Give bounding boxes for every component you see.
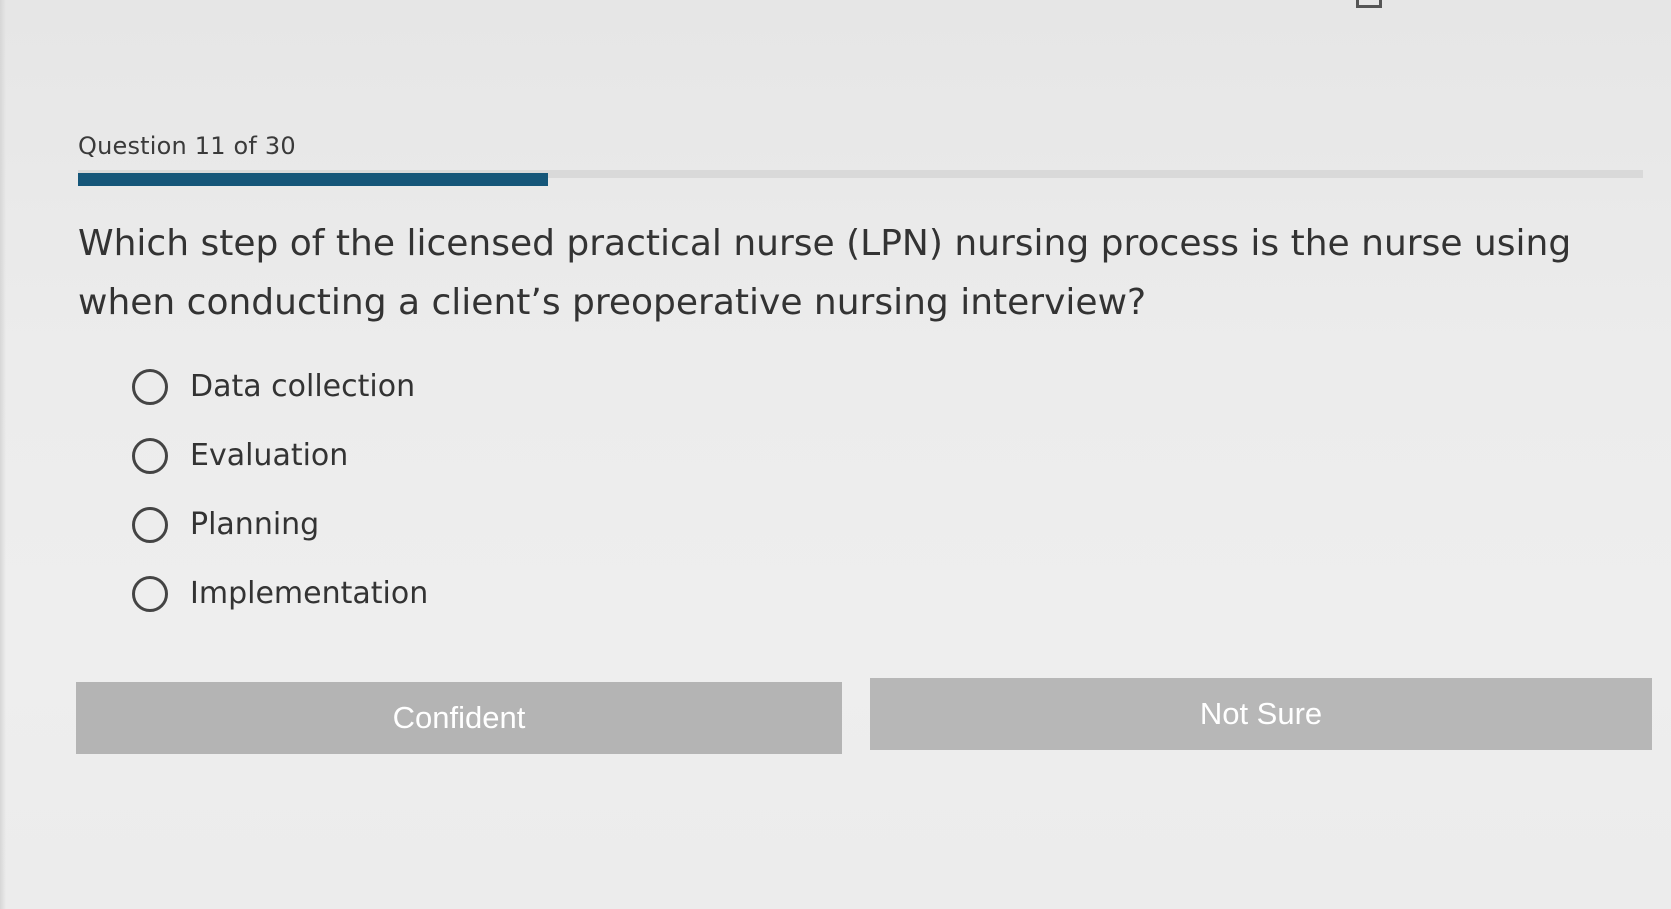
answer-option-evaluation[interactable]: Evaluation [132,421,428,490]
not-sure-button[interactable]: Not Sure [870,678,1652,750]
answer-option-label: Implementation [190,576,429,611]
radio-button[interactable] [132,575,168,612]
answer-option-implementation[interactable]: Implementation [132,559,428,628]
answer-option-label: Planning [190,507,320,542]
confident-button[interactable]: Confident [76,682,842,754]
question-counter: Question 11 of 30 [78,132,296,160]
question-text: Which step of the licensed practical nur… [78,223,1572,323]
answer-option-data-collection[interactable]: Data collection [132,352,428,421]
radio-button[interactable] [132,506,168,543]
answer-option-label: Evaluation [190,438,349,473]
radio-button[interactable] [132,437,168,474]
toolbar-icon[interactable] [1356,0,1382,8]
progress-bar-fill [78,173,548,186]
answer-options: Data collection Evaluation Planning Impl… [132,352,428,628]
quiz-screen: Question 11 of 30 Which step of the lice… [0,0,1671,909]
progress-bar [78,170,1643,186]
radio-button[interactable] [132,368,168,405]
answer-option-planning[interactable]: Planning [132,490,428,559]
answer-option-label: Data collection [190,369,416,404]
